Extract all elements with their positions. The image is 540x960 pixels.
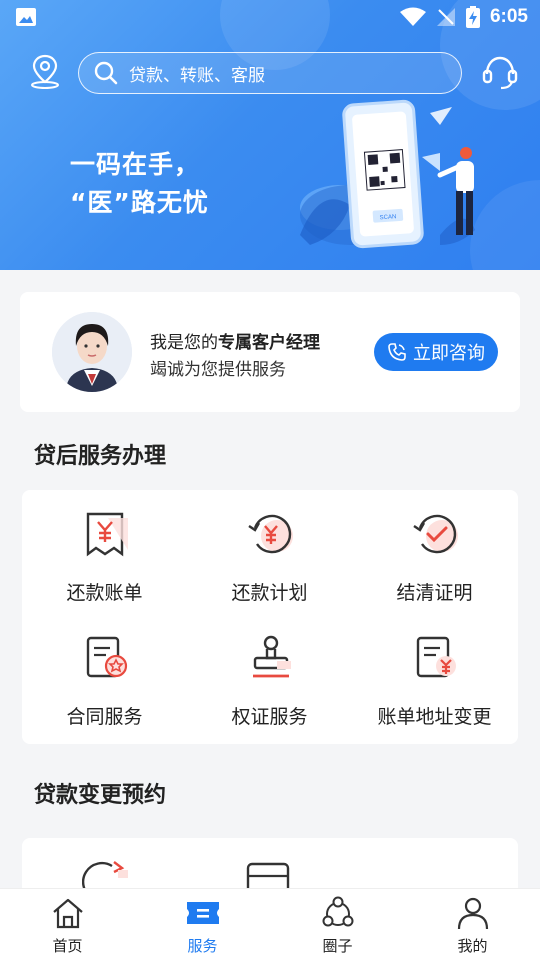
home-icon — [52, 898, 83, 929]
nav-mine[interactable]: 我的 — [405, 895, 540, 956]
service-item-repayment-bill[interactable]: 还款账单 — [22, 490, 187, 604]
signal-off-icon — [436, 8, 455, 26]
bill-address-change-icon — [416, 636, 456, 678]
banner-slogan-line1: 一码在手， — [70, 150, 201, 179]
search-placeholder: 贷款、转账、客服 — [129, 65, 265, 86]
circle-icon — [322, 896, 353, 927]
repayment-bill-icon — [86, 512, 128, 557]
nav-mine-label: 我的 — [457, 937, 488, 955]
service-item-bill-address-change[interactable]: 账单地址变更 — [352, 614, 517, 728]
service-label: 还款账单 — [66, 582, 143, 604]
service-label: 合同服务 — [66, 706, 143, 728]
search-icon — [94, 61, 118, 85]
service-label: 结清证明 — [396, 582, 473, 604]
profile-icon — [457, 897, 488, 930]
manager-intro-title: 专属客户经理 — [218, 333, 320, 353]
manager-intro: 我是您的专属客户经理 — [150, 328, 320, 353]
manager-intro-prefix: 我是您的 — [150, 333, 218, 353]
service-label: 还款计划 — [231, 582, 308, 604]
nav-circle[interactable]: 圈子 — [270, 895, 405, 956]
service-item-warrant[interactable]: 权证服务 — [187, 614, 352, 728]
search-input[interactable]: 贷款、转账、客服 — [78, 52, 462, 94]
customer-service-headset-icon[interactable] — [480, 52, 520, 92]
location-icon[interactable] — [26, 52, 64, 90]
nav-circle-label: 圈子 — [322, 937, 353, 955]
nav-service-label: 服务 — [187, 937, 218, 955]
warrant-service-icon — [253, 635, 291, 678]
manager-card: 我是您的专属客户经理 竭诚为您提供服务 立即咨询 — [20, 292, 520, 412]
nav-home-label: 首页 — [52, 937, 83, 955]
service-item-contract[interactable]: 合同服务 — [22, 614, 187, 728]
wifi-icon — [399, 7, 426, 26]
banner-slogan-line2: “医”路无忧 — [70, 188, 209, 217]
nav-home[interactable]: 首页 — [0, 895, 135, 956]
service-item-settlement-proof[interactable]: 结清证明 — [352, 490, 517, 604]
manager-subtitle: 竭诚为您提供服务 — [150, 360, 286, 380]
battery-charging-icon — [465, 6, 480, 28]
gallery-icon — [16, 8, 36, 26]
loan-change-section-title: 贷款变更预约 — [34, 783, 167, 808]
phone-icon — [388, 343, 406, 361]
manager-avatar — [52, 312, 132, 392]
consult-now-label: 立即咨询 — [413, 343, 485, 364]
status-bar: 6:05 — [0, 0, 540, 36]
settlement-proof-icon — [413, 514, 458, 554]
service-ticket-icon — [186, 902, 219, 924]
after-loan-section-title: 贷后服务办理 — [34, 444, 167, 469]
repayment-plan-icon — [248, 514, 293, 554]
service-item-repayment-plan[interactable]: 还款计划 — [187, 490, 352, 604]
nav-service[interactable]: 服务 — [135, 895, 270, 956]
status-time: 6:05 — [489, 6, 528, 27]
service-label: 权证服务 — [231, 706, 308, 728]
service-label: 账单地址变更 — [377, 706, 492, 728]
bottom-navigation: 首页 服务 圈子 我的 — [0, 888, 540, 960]
scan-phone-illustration: SCAN — [300, 99, 475, 249]
after-loan-services-grid: 还款账单 还款计划 结清证明 合同服务 权证服务 账单地址变更 — [22, 490, 518, 744]
consult-now-button[interactable]: 立即咨询 — [374, 333, 498, 371]
contract-service-icon — [86, 636, 128, 678]
scan-text: SCAN — [380, 214, 397, 221]
